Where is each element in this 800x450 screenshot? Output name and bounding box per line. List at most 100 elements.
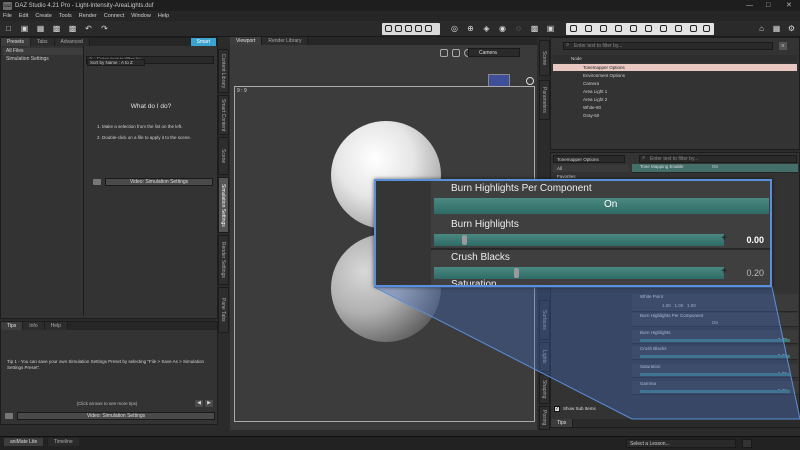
maximize-button[interactable]: □ xyxy=(766,1,770,10)
plus-icon[interactable]: + xyxy=(721,233,727,244)
scene-filter-menu-icon[interactable]: ≡ xyxy=(779,42,787,50)
param-tone-mapping-enable[interactable]: Tone Mapping Enable On xyxy=(632,164,798,173)
tab-timeline[interactable]: Timeline xyxy=(48,438,79,446)
scene-item-tonemapper[interactable]: Tonemapper Options xyxy=(553,64,797,71)
tab-info[interactable]: Info xyxy=(23,322,45,330)
vtab-pane-tabs[interactable]: Pane Tabs xyxy=(218,287,229,333)
scene-item-area-light-1[interactable]: Area Light 1 xyxy=(553,88,797,95)
camera-select[interactable]: Camera xyxy=(468,48,520,57)
tab-smart[interactable]: Smart xyxy=(190,38,217,46)
tool-a-icon[interactable] xyxy=(570,25,577,32)
zoom-row-burn-highlights[interactable]: Burn Highlights + 0.00 xyxy=(431,216,770,250)
category-all[interactable]: All xyxy=(553,165,629,172)
rotate-tool-icon[interactable] xyxy=(405,25,412,32)
scene-item-camera[interactable]: Camera xyxy=(553,80,797,87)
open-folder-icon[interactable]: ▣ xyxy=(20,24,29,33)
spot-render-icon[interactable]: ◉ xyxy=(498,24,507,33)
vtab-scene-right[interactable]: Scene xyxy=(539,40,550,76)
vtab-content-library[interactable]: Content Library xyxy=(218,49,229,93)
lesson-select[interactable]: Select a Lesson... xyxy=(626,439,736,448)
menu-file[interactable]: File xyxy=(3,13,12,19)
tab-animate-lite[interactable]: aniMate Lite xyxy=(4,438,44,446)
zoom-slider-track[interactable]: + xyxy=(434,266,727,279)
tab-presets[interactable]: Presets xyxy=(1,38,31,46)
tool-f-icon[interactable] xyxy=(645,25,652,32)
tip-prev-button[interactable]: ◀ xyxy=(195,400,203,407)
node-select-dropdown[interactable]: Tonemapper Options xyxy=(553,155,625,163)
tab-render-library[interactable]: Render Library xyxy=(262,37,309,45)
video-simulation-settings-button[interactable]: Video: Simulation Settings xyxy=(105,178,213,186)
vtab-scene[interactable]: Scene xyxy=(218,137,229,175)
zoom-category-column xyxy=(376,181,431,285)
node-weight-icon[interactable]: ⊕ xyxy=(466,24,475,33)
tool-e-icon[interactable] xyxy=(630,25,637,32)
redo-icon[interactable]: ↷ xyxy=(100,24,109,33)
zoom-slider-handle[interactable] xyxy=(462,235,467,245)
zoom-slider-track[interactable]: + xyxy=(434,233,727,246)
menu-render[interactable]: Render xyxy=(79,13,97,19)
menu-tools[interactable]: Tools xyxy=(59,13,72,19)
zoom-toggle-track[interactable]: On xyxy=(434,198,769,214)
region-nav-icon[interactable]: ◌ xyxy=(514,24,523,33)
menu-edit[interactable]: Edit xyxy=(19,13,28,19)
menu-help[interactable]: Help xyxy=(158,13,169,19)
scene-filter-input[interactable]: Enter text to filter by... xyxy=(563,42,773,50)
zoom-row-saturation[interactable]: Saturation xyxy=(431,279,770,285)
new-file-icon[interactable]: □ xyxy=(4,24,13,33)
layout-icon[interactable]: ▦ xyxy=(772,24,781,33)
scale-tool-icon[interactable] xyxy=(415,25,422,32)
select-tool-icon[interactable] xyxy=(385,25,392,32)
minimize-button[interactable]: — xyxy=(746,1,753,10)
settings-icon[interactable]: ⚙ xyxy=(787,24,796,33)
tool-b-icon[interactable] xyxy=(585,25,592,32)
vtab-smart-content[interactable]: Smart Content xyxy=(218,95,229,135)
tool-j-icon[interactable] xyxy=(703,25,710,32)
joint-tool-icon[interactable] xyxy=(425,25,432,32)
tip-next-button[interactable]: ▶ xyxy=(205,400,213,407)
scene-item-area-light-2[interactable]: Area Light 2 xyxy=(553,96,797,103)
tool-h-icon[interactable] xyxy=(675,25,682,32)
tab-viewport[interactable]: Viewport xyxy=(230,37,263,45)
geometry-editor-icon[interactable]: ◈ xyxy=(482,24,491,33)
menu-create[interactable]: Create xyxy=(35,13,52,19)
render-icon[interactable]: ▣ xyxy=(546,24,555,33)
undo-icon[interactable]: ↶ xyxy=(84,24,93,33)
param-filter-input[interactable]: Enter text to filter by... xyxy=(639,155,797,163)
orbit-icon[interactable] xyxy=(526,77,534,85)
tree-item-all-files[interactable]: All Files xyxy=(3,48,83,55)
close-button[interactable]: ✕ xyxy=(786,1,792,10)
tree-item-simulation-settings[interactable]: Simulation Settings xyxy=(3,56,83,63)
menu-window[interactable]: Window xyxy=(131,13,151,19)
tab-help[interactable]: Help xyxy=(44,322,68,330)
surface-tool-icon[interactable]: ◎ xyxy=(450,24,459,33)
tool-g-icon[interactable] xyxy=(660,25,667,32)
vtab-parameters[interactable]: Parameters xyxy=(539,80,550,120)
draw-style-icon[interactable] xyxy=(452,49,460,57)
home-icon[interactable]: ⌂ xyxy=(757,24,766,33)
lesson-dropdown-icon[interactable] xyxy=(742,439,752,448)
zoom-slider-handle[interactable] xyxy=(514,268,519,278)
viewport-options-icon[interactable] xyxy=(440,49,448,57)
transform-tool-icon[interactable] xyxy=(395,25,402,32)
zoom-row-burn-per-component[interactable]: Burn Highlights Per Component On xyxy=(431,181,770,218)
tab-tips[interactable]: Tips xyxy=(1,322,24,330)
sort-dropdown[interactable]: Sort by Name : A to Z xyxy=(87,59,145,66)
vtab-render-settings[interactable]: Render Settings xyxy=(218,235,229,285)
tab-advanced[interactable]: Advanced xyxy=(54,38,90,46)
tip-video-button[interactable]: Video: Simulation Settings xyxy=(17,412,215,420)
save-icon[interactable]: ▩ xyxy=(52,24,61,33)
tool-c-icon[interactable] xyxy=(600,25,607,32)
plus-icon[interactable]: + xyxy=(721,266,727,277)
title-bar: DAZ DAZ Studio 4.21 Pro - Light-Intensit… xyxy=(0,0,800,11)
vtab-simulation-settings[interactable]: Simulation Settings xyxy=(218,177,229,233)
tab-tabs[interactable]: Tabs xyxy=(30,38,55,46)
menu-connect[interactable]: Connect xyxy=(104,13,125,19)
tool-d-icon[interactable] xyxy=(615,25,622,32)
scene-item-environment[interactable]: Environment Options xyxy=(553,72,797,79)
scene-item-gray-50[interactable]: Gray-50 xyxy=(553,112,797,119)
save-as-icon[interactable]: ▩ xyxy=(68,24,77,33)
merge-icon[interactable]: ▦ xyxy=(36,24,45,33)
scene-item-white-90[interactable]: White-90 xyxy=(553,104,797,111)
tool-i-icon[interactable] xyxy=(690,25,697,32)
render-settings-icon[interactable]: ▩ xyxy=(530,24,539,33)
